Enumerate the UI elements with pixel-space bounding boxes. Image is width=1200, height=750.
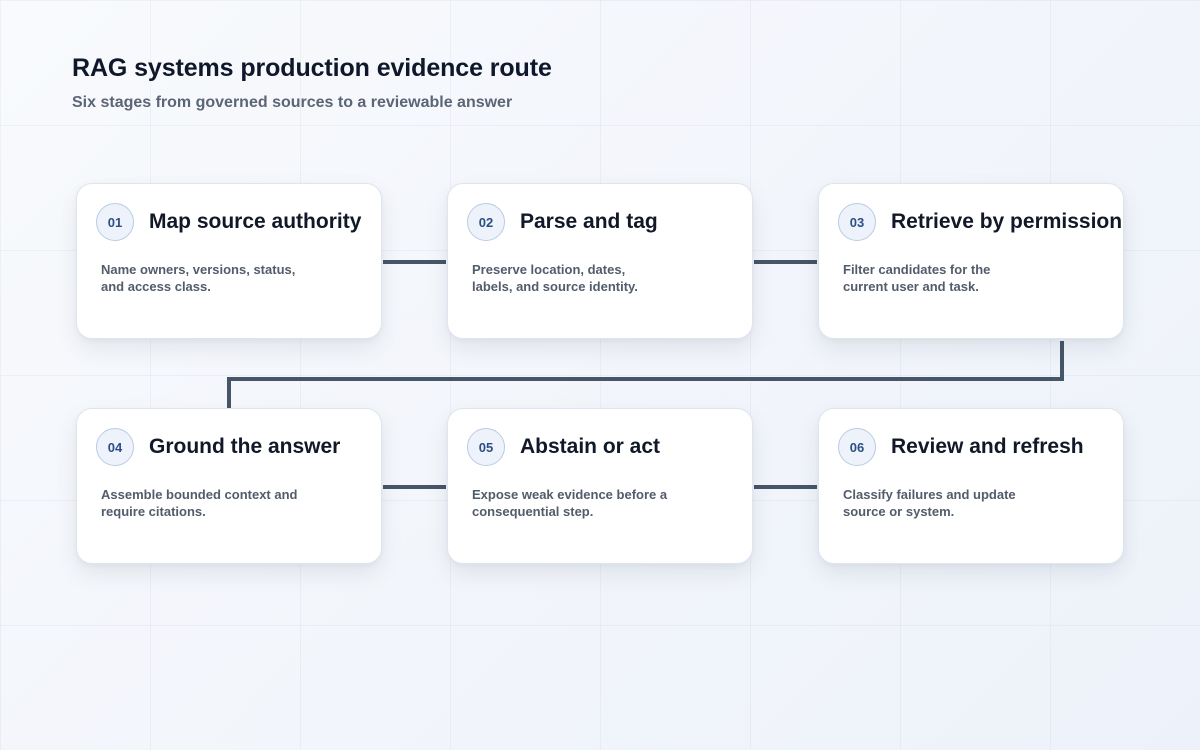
stage-card-04: 04 Ground the answer Assemble bounded co… — [76, 408, 382, 564]
stage-title: Ground the answer — [149, 435, 341, 458]
stage-number-badge: 02 — [467, 203, 505, 241]
stage-card-05: 05 Abstain or act Expose weak evidence b… — [447, 408, 753, 564]
stage-number-badge: 05 — [467, 428, 505, 466]
stage-card-03: 03 Retrieve by permission Filter candida… — [818, 183, 1124, 339]
stage-title: Retrieve by permission — [891, 210, 1123, 233]
stage-description-line: Name owners, versions, status, — [101, 262, 296, 277]
stage-card-01: 01 Map source authority Name owners, ver… — [76, 183, 382, 339]
stage-description-line: current user and task. — [843, 279, 979, 294]
stage-description-line: Preserve location, dates, — [472, 262, 626, 277]
stage-number-badge: 06 — [838, 428, 876, 466]
stage-number-badge: 04 — [96, 428, 134, 466]
stage-description-line: Classify failures and update — [843, 487, 1016, 502]
stage-card-02: 02 Parse and tag Preserve location, date… — [447, 183, 753, 339]
stage-description-line: and access class. — [101, 279, 211, 294]
diagram-header: RAG systems production evidence route Si… — [72, 50, 552, 115]
stage-title: Abstain or act — [520, 435, 661, 458]
stage-description: Assemble bounded context and require cit… — [101, 486, 341, 520]
stage-title: Map source authority — [149, 210, 362, 233]
stage-description: Expose weak evidence before a consequent… — [472, 486, 712, 520]
stage-description-line: source or system. — [843, 504, 955, 519]
stage-title: Review and refresh — [891, 435, 1084, 458]
stage-number-badge: 03 — [838, 203, 876, 241]
stage-description: Name owners, versions, status, and acces… — [101, 261, 341, 295]
page-title: RAG systems production evidence route — [72, 54, 552, 82]
stage-card-06: 06 Review and refresh Classify failures … — [818, 408, 1124, 564]
stage-number-badge: 01 — [96, 203, 134, 241]
stage-description-line: Filter candidates for the — [843, 262, 991, 277]
stage-description-line: Expose weak evidence before a — [472, 487, 668, 502]
stage-description-line: consequential step. — [472, 504, 594, 519]
stage-description: Classify failures and update source or s… — [843, 486, 1083, 520]
stage-description-line: labels, and source identity. — [472, 279, 638, 294]
connector-03-04 — [227, 341, 1064, 408]
stage-description: Filter candidates for the current user a… — [843, 261, 1083, 295]
page-subtitle: Six stages from governed sources to a re… — [72, 94, 513, 111]
stage-description-line: Assemble bounded context and — [101, 487, 298, 502]
stage-description: Preserve location, dates, labels, and so… — [472, 261, 712, 295]
stage-title: Parse and tag — [520, 210, 658, 233]
stage-description-line: require citations. — [101, 504, 206, 519]
